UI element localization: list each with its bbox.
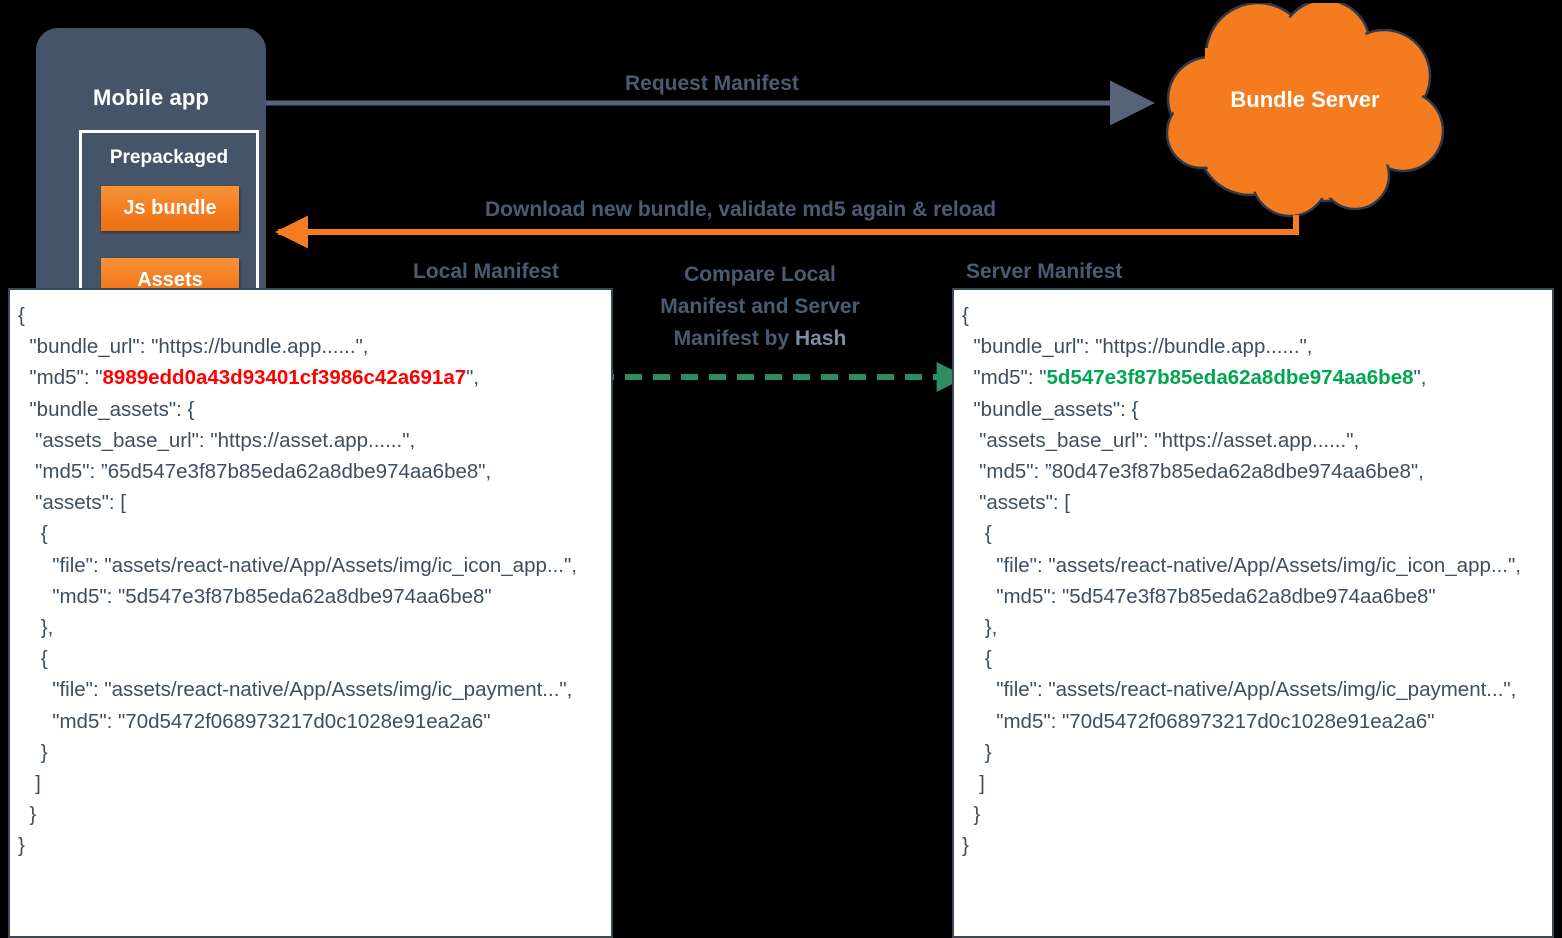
code-line: "bundle_assets": { (962, 397, 1139, 421)
code-line: "bundle_url": "https://bundle.app......"… (962, 335, 1313, 359)
code-line: } (18, 834, 25, 858)
compare-caption: Compare Local Manifest and Server Manife… (645, 259, 875, 355)
server-manifest-panel: { "bundle_url": "https://bundle.app.....… (952, 288, 1554, 938)
code-line: "file": "assets/react-native/App/Assets/… (18, 553, 577, 577)
compare-caption-prefix: Manifest by (673, 327, 795, 350)
compare-caption-line1: Compare Local (684, 263, 836, 286)
code-line: "md5": ”65d547e3f87b85eda62a8dbe974aa6be… (18, 460, 492, 484)
code-line: "md5": "70d5472f068973217d0c1028e91ea2a6… (18, 709, 491, 733)
code-line: { (962, 522, 992, 546)
compare-caption-hash: Hash (795, 327, 847, 350)
local-manifest-code: { "bundle_url": "https://bundle.app.....… (18, 300, 603, 862)
bundle-server-label: Bundle Server (1230, 87, 1380, 112)
compare-caption-line3: Manifest by Hash (645, 323, 875, 355)
code-line: }, (962, 616, 998, 640)
server-manifest-code: { "bundle_url": "https://bundle.app.....… (962, 300, 1544, 862)
code-line: "assets_base_url": "https://asset.app...… (18, 428, 416, 452)
code-line: { (18, 522, 48, 546)
local-md5-value: 8989edd0a43d93401cf3986c42a691a7 (102, 366, 467, 390)
server-md5-value: 5d547e3f87b85eda62a8dbe974aa6be8 (1046, 366, 1414, 390)
code-line: { (962, 647, 992, 671)
server-manifest-caption: Server Manifest (966, 260, 1123, 283)
code-line: { (18, 647, 48, 671)
local-manifest-caption: Local Manifest (413, 260, 559, 283)
code-line: "md5": "70d5472f068973217d0c1028e91ea2a6… (962, 709, 1435, 733)
code-line: { (18, 304, 25, 327)
download-bundle-label: Download new bundle, validate md5 again … (485, 198, 997, 221)
code-line: { (962, 304, 969, 327)
prepackaged-label: Prepackaged (109, 147, 229, 168)
code-line-md5-prefix: "md5": " (962, 366, 1047, 390)
code-line: "assets": [ (962, 491, 1070, 515)
code-line: "md5": ”80d47e3f87b85eda62a8dbe974aa6be8… (962, 460, 1424, 484)
code-line: } (18, 740, 48, 764)
code-line-md5-prefix: "md5": " (18, 366, 103, 390)
request-manifest-label: Request Manifest (625, 72, 799, 95)
diagram-canvas: Mobile app Prepackaged Js bundle Assets (0, 0, 1562, 938)
mobile-app-device: Mobile app Prepackaged Js bundle Assets (36, 28, 266, 325)
code-line: } (962, 834, 969, 858)
code-line: } (962, 740, 992, 764)
code-line: ] (18, 772, 41, 796)
code-line: "md5": "5d547e3f87b85eda62a8dbe974aa6be8… (962, 584, 1436, 608)
code-line: "file": "assets/react-native/App/Assets/… (962, 553, 1521, 577)
code-line: "bundle_assets": { (18, 397, 195, 421)
js-bundle-chip: Js bundle (101, 186, 239, 231)
code-line: "file": "assets/react-native/App/Assets/… (962, 678, 1517, 702)
cloud-icon (1165, 3, 1445, 218)
mobile-app-title: Mobile app (93, 85, 209, 110)
code-line: "file": "assets/react-native/App/Assets/… (18, 678, 573, 702)
code-line: "bundle_url": "https://bundle.app......"… (18, 335, 369, 359)
code-line: ] (962, 772, 985, 796)
code-line: "md5": "5d547e3f87b85eda62a8dbe974aa6be8… (18, 584, 492, 608)
code-line-md5-suffix: ", (466, 366, 480, 390)
local-manifest-panel: { "bundle_url": "https://bundle.app.....… (8, 288, 613, 938)
code-line: } (962, 803, 981, 827)
code-line-md5-suffix: ", (1413, 366, 1427, 390)
code-line: }, (18, 616, 54, 640)
code-line: "assets_base_url": "https://asset.app...… (962, 428, 1360, 452)
code-line: } (18, 803, 37, 827)
code-line: "assets": [ (18, 491, 126, 515)
compare-caption-line2: Manifest and Server (660, 295, 860, 318)
